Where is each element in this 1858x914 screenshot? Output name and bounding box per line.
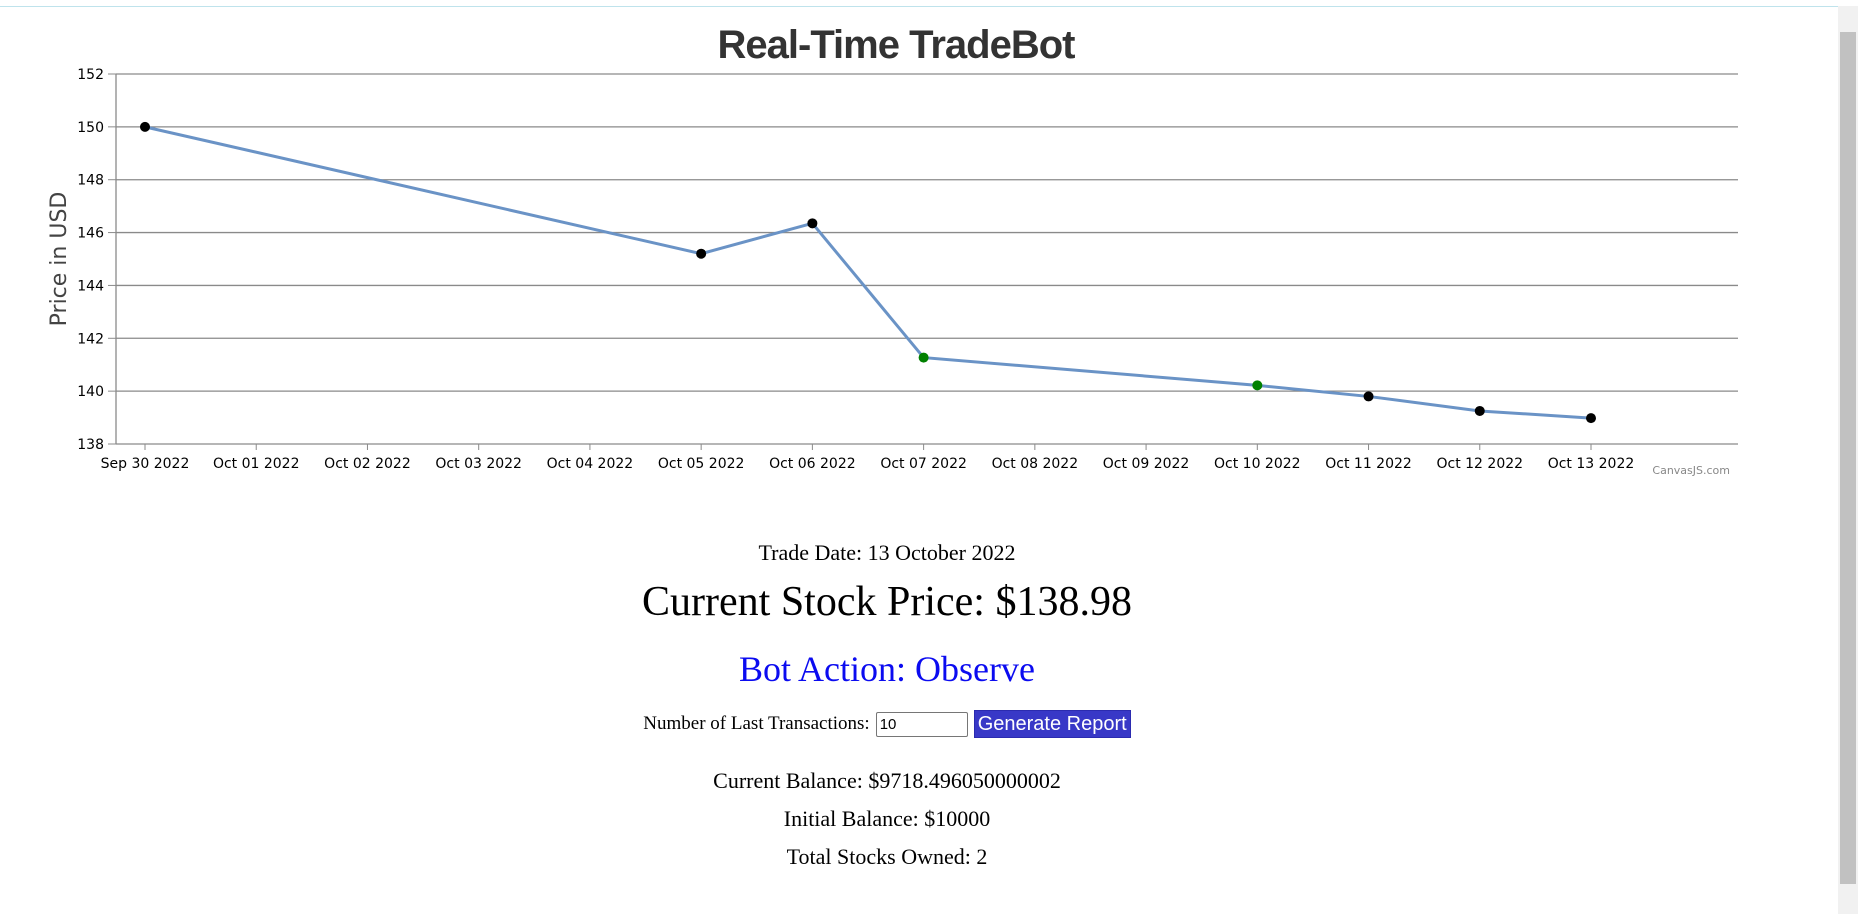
chart-svg: Real-Time TradeBot 138 140 142 144 146 148 150 1… [47,23,1738,477]
x-tick-label: Oct 01 2022 [213,456,300,472]
transactions-label: Number of Last Transactions: [643,713,870,734]
y-tick-label: 150 [77,120,104,136]
x-tick-label: Oct 03 2022 [435,456,522,472]
generate-report-button[interactable]: Generate Report [973,710,1131,738]
bot-action: Bot Action: Observe [739,649,1035,689]
price-point [1363,391,1374,402]
total-stocks-owned: Total Stocks Owned: 2 [786,844,988,869]
x-tick-label: Oct 13 2022 [1548,456,1635,472]
price-line [144,125,1592,420]
canvasjs-credit: CanvasJS.com [1652,464,1730,477]
current-stock-price: Current Stock Price: $138.98 [642,579,1132,625]
x-tick-label: Oct 09 2022 [1103,456,1190,472]
price-point [696,248,707,259]
initial-balance: Initial Balance: $10000 [783,806,991,831]
vertical-scrollbar[interactable] [1838,6,1858,914]
x-tick-label: Oct 08 2022 [992,456,1079,472]
x-tick-label: Oct 11 2022 [1325,456,1412,472]
price-point [1586,413,1596,424]
report-controls: Number of Last Transactions: Generate Re… [0,710,1774,738]
y-tick-label: 152 [77,67,104,83]
price-point [807,218,818,229]
x-tick-label: Oct 04 2022 [547,456,634,472]
price-point [918,352,929,363]
x-tick-label: Oct 02 2022 [324,456,411,472]
y-tick-label: 144 [77,278,104,294]
trade-date: Trade Date: 13 October 2022 [758,540,1016,565]
y-tick-label: 138 [77,437,104,453]
y-axis-title: Price in USD [47,192,72,327]
price-chart: Real-Time TradeBot 138 140 142 144 146 148 150 1… [0,6,1830,506]
price-point [1474,405,1485,416]
x-tick-label: Oct 07 2022 [880,456,967,472]
y-tick-label: 142 [77,331,104,347]
price-point [140,121,150,132]
y-tick-label: 148 [77,173,104,189]
x-tick-label: Oct 05 2022 [658,456,745,472]
transactions-count-input[interactable] [875,711,968,737]
x-tick-label: Oct 10 2022 [1214,456,1301,472]
x-tick-label: Oct 06 2022 [769,456,856,472]
x-tick-label: Oct 12 2022 [1436,456,1523,472]
price-point [1252,380,1263,391]
x-tick-label: Sep 30 2022 [101,456,190,472]
chart-title: Real-Time TradeBot [718,23,1076,67]
trade-info-panel: Trade Date: 13 October 2022 Current Stoc… [0,520,1774,870]
y-tick-label: 140 [77,384,104,400]
scrollbar-thumb[interactable] [1840,32,1856,884]
current-balance: Current Balance: $9718.496050000002 [713,768,1061,793]
y-tick-label: 146 [77,226,104,242]
